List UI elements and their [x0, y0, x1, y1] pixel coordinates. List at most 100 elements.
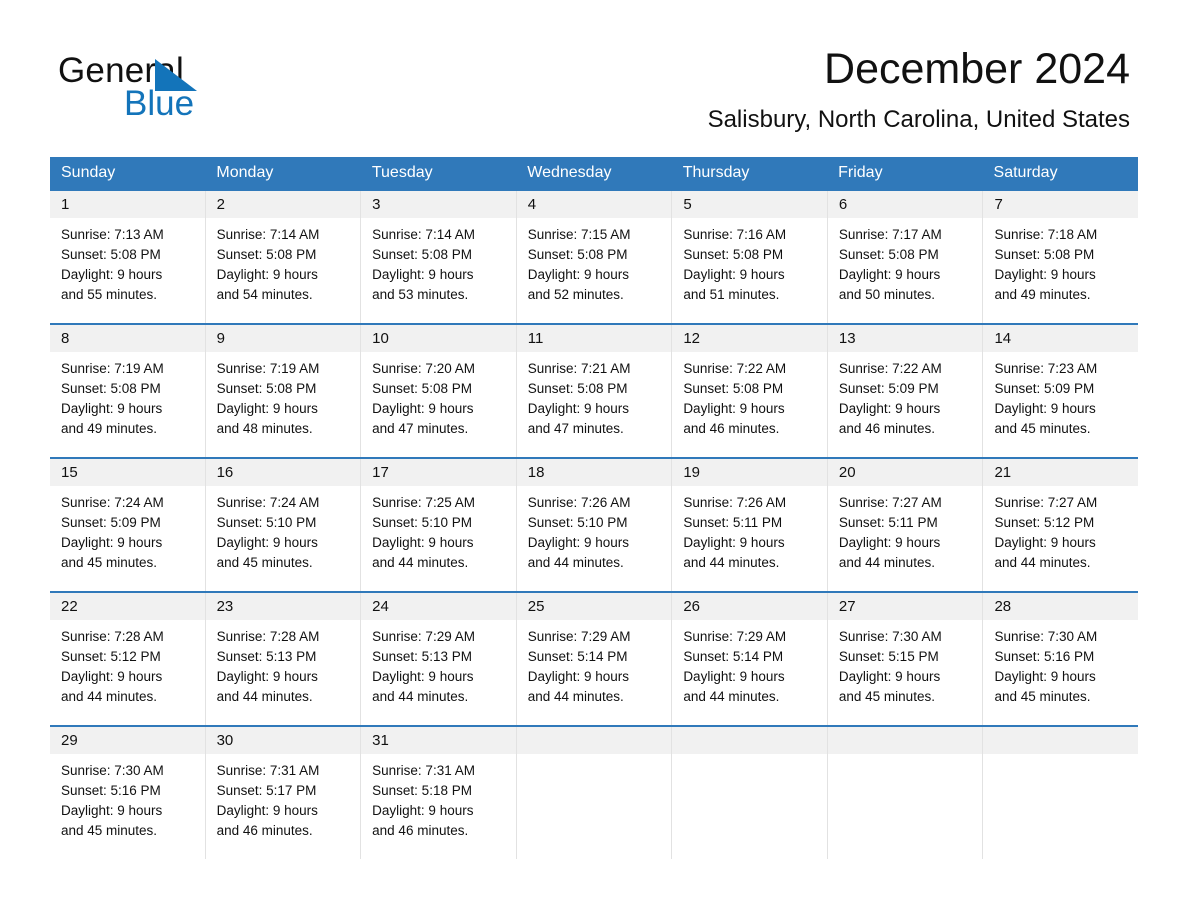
sunrise-text: Sunrise: 7:19 AM	[216, 361, 320, 376]
daylight-text-line2: and 50 minutes.	[838, 287, 935, 302]
day-info: Sunrise: 7:29 AM Sunset: 5:14 PM Dayligh…	[517, 620, 672, 707]
day-info: Sunrise: 7:25 AM Sunset: 5:10 PM Dayligh…	[361, 486, 516, 573]
day-number	[516, 727, 672, 754]
day-cell[interactable]: 12 Sunrise: 7:22 AM Sunset: 5:08 PM Dayl…	[671, 325, 827, 457]
day-info: Sunrise: 7:20 AM Sunset: 5:08 PM Dayligh…	[361, 352, 516, 439]
day-cell[interactable]: 1 Sunrise: 7:13 AM Sunset: 5:08 PM Dayli…	[50, 191, 205, 323]
day-cell[interactable]: 13 Sunrise: 7:22 AM Sunset: 5:09 PM Dayl…	[826, 325, 983, 457]
day-cell[interactable]: 22 Sunrise: 7:28 AM Sunset: 5:12 PM Dayl…	[50, 593, 205, 725]
day-cell[interactable]: 15 Sunrise: 7:24 AM Sunset: 5:09 PM Dayl…	[50, 459, 205, 591]
day-number: 5	[672, 191, 827, 218]
day-cell[interactable]: 7 Sunrise: 7:18 AM Sunset: 5:08 PM Dayli…	[982, 191, 1139, 323]
sunrise-text: Sunrise: 7:22 AM	[838, 361, 942, 376]
day-number: 2	[205, 191, 361, 218]
day-cell[interactable]: 6 Sunrise: 7:17 AM Sunset: 5:08 PM Dayli…	[826, 191, 983, 323]
day-number: 11	[516, 325, 672, 352]
day-cell[interactable]: 3 Sunrise: 7:14 AM Sunset: 5:08 PM Dayli…	[360, 191, 516, 323]
day-cell[interactable]: 25 Sunrise: 7:29 AM Sunset: 5:14 PM Dayl…	[515, 593, 672, 725]
day-cell[interactable]: 16 Sunrise: 7:24 AM Sunset: 5:10 PM Dayl…	[204, 459, 361, 591]
sunrise-text: Sunrise: 7:30 AM	[994, 629, 1098, 644]
daylight-text-line1: Daylight: 9 hours	[216, 535, 318, 550]
sunset-text: Sunset: 5:11 PM	[838, 515, 938, 530]
daylight-text-line2: and 45 minutes.	[216, 555, 313, 570]
day-info: Sunrise: 7:14 AM Sunset: 5:08 PM Dayligh…	[361, 218, 516, 305]
day-number: 16	[205, 459, 361, 486]
day-cell[interactable]: 8 Sunrise: 7:19 AM Sunset: 5:08 PM Dayli…	[50, 325, 205, 457]
day-number	[983, 727, 1139, 754]
day-cell[interactable]: 20 Sunrise: 7:27 AM Sunset: 5:11 PM Dayl…	[826, 459, 983, 591]
day-info: Sunrise: 7:23 AM Sunset: 5:09 PM Dayligh…	[983, 352, 1138, 439]
sunrise-text: Sunrise: 7:27 AM	[994, 495, 1098, 510]
sunset-text: Sunset: 5:08 PM	[527, 247, 628, 262]
sunset-text: Sunset: 5:16 PM	[994, 649, 1095, 664]
sunrise-text: Sunrise: 7:19 AM	[61, 361, 164, 376]
sunrise-text: Sunrise: 7:17 AM	[838, 227, 942, 242]
day-number: 21	[983, 459, 1139, 486]
day-cell[interactable]: 23 Sunrise: 7:28 AM Sunset: 5:13 PM Dayl…	[204, 593, 361, 725]
daylight-text-line1: Daylight: 9 hours	[683, 401, 785, 416]
daylight-text-line2: and 45 minutes.	[994, 689, 1091, 704]
sunrise-text: Sunrise: 7:31 AM	[216, 763, 320, 778]
sunrise-text: Sunrise: 7:15 AM	[527, 227, 631, 242]
day-cell[interactable]: 29 Sunrise: 7:30 AM Sunset: 5:16 PM Dayl…	[50, 727, 205, 859]
daylight-text-line1: Daylight: 9 hours	[994, 535, 1096, 550]
sunset-text: Sunset: 5:14 PM	[527, 649, 628, 664]
sunrise-text: Sunrise: 7:13 AM	[61, 227, 164, 242]
sunrise-text: Sunrise: 7:29 AM	[527, 629, 631, 644]
daylight-text-line1: Daylight: 9 hours	[61, 803, 163, 818]
sunset-text: Sunset: 5:13 PM	[216, 649, 317, 664]
daylight-text-line2: and 44 minutes.	[216, 689, 313, 704]
daylight-text-line1: Daylight: 9 hours	[838, 401, 941, 416]
day-cell[interactable]: 4 Sunrise: 7:15 AM Sunset: 5:08 PM Dayli…	[515, 191, 672, 323]
day-cell[interactable]: 28 Sunrise: 7:30 AM Sunset: 5:16 PM Dayl…	[982, 593, 1139, 725]
day-info: Sunrise: 7:28 AM Sunset: 5:12 PM Dayligh…	[50, 620, 205, 707]
day-number: 10	[361, 325, 516, 352]
calendar-page: General Blue December 2024 Salisbury, No…	[0, 0, 1188, 918]
day-cell[interactable]: 26 Sunrise: 7:29 AM Sunset: 5:14 PM Dayl…	[671, 593, 827, 725]
weekday-header-saturday: Saturday	[993, 164, 1058, 181]
day-cell[interactable]: 2 Sunrise: 7:14 AM Sunset: 5:08 PM Dayli…	[204, 191, 361, 323]
day-cell[interactable]: 19 Sunrise: 7:26 AM Sunset: 5:11 PM Dayl…	[671, 459, 827, 591]
daylight-text-line2: and 44 minutes.	[838, 555, 935, 570]
day-cell[interactable]: 21 Sunrise: 7:27 AM Sunset: 5:12 PM Dayl…	[982, 459, 1139, 591]
day-number: 20	[827, 459, 983, 486]
sunrise-text: Sunrise: 7:18 AM	[994, 227, 1098, 242]
sunset-text: Sunset: 5:11 PM	[683, 515, 783, 530]
sunset-text: Sunset: 5:08 PM	[372, 381, 472, 396]
day-info: Sunrise: 7:19 AM Sunset: 5:08 PM Dayligh…	[206, 352, 361, 439]
day-cell[interactable]: 10 Sunrise: 7:20 AM Sunset: 5:08 PM Dayl…	[360, 325, 516, 457]
day-number: 3	[361, 191, 516, 218]
week-row: 8 Sunrise: 7:19 AM Sunset: 5:08 PM Dayli…	[50, 323, 1139, 457]
day-cell[interactable]: 31 Sunrise: 7:31 AM Sunset: 5:18 PM Dayl…	[360, 727, 516, 859]
sunrise-text: Sunrise: 7:31 AM	[372, 763, 475, 778]
day-cell[interactable]: 30 Sunrise: 7:31 AM Sunset: 5:17 PM Dayl…	[204, 727, 361, 859]
sunset-text: Sunset: 5:08 PM	[683, 247, 784, 262]
day-cell[interactable]: 24 Sunrise: 7:29 AM Sunset: 5:13 PM Dayl…	[360, 593, 516, 725]
sunrise-text: Sunrise: 7:20 AM	[372, 361, 475, 376]
sunset-text: Sunset: 5:10 PM	[216, 515, 317, 530]
day-cell[interactable]: 5 Sunrise: 7:16 AM Sunset: 5:08 PM Dayli…	[671, 191, 827, 323]
day-cell[interactable]: 11 Sunrise: 7:21 AM Sunset: 5:08 PM Dayl…	[515, 325, 672, 457]
day-info: Sunrise: 7:30 AM Sunset: 5:16 PM Dayligh…	[983, 620, 1138, 707]
daylight-text-line1: Daylight: 9 hours	[994, 401, 1096, 416]
day-info: Sunrise: 7:16 AM Sunset: 5:08 PM Dayligh…	[672, 218, 827, 305]
day-cell[interactable]: 14 Sunrise: 7:23 AM Sunset: 5:09 PM Dayl…	[982, 325, 1139, 457]
day-number: 14	[983, 325, 1139, 352]
day-cell[interactable]: 18 Sunrise: 7:26 AM Sunset: 5:10 PM Dayl…	[515, 459, 672, 591]
sunrise-text: Sunrise: 7:25 AM	[372, 495, 475, 510]
daylight-text-line1: Daylight: 9 hours	[372, 401, 474, 416]
day-cell[interactable]: 27 Sunrise: 7:30 AM Sunset: 5:15 PM Dayl…	[826, 593, 983, 725]
day-number: 25	[516, 593, 672, 620]
day-cell-empty	[982, 727, 1139, 859]
day-cell[interactable]: 9 Sunrise: 7:19 AM Sunset: 5:08 PM Dayli…	[204, 325, 361, 457]
day-number: 26	[672, 593, 827, 620]
day-info: Sunrise: 7:31 AM Sunset: 5:18 PM Dayligh…	[361, 754, 516, 841]
daylight-text-line2: and 49 minutes.	[61, 421, 158, 436]
day-cell[interactable]: 17 Sunrise: 7:25 AM Sunset: 5:10 PM Dayl…	[360, 459, 516, 591]
day-info: Sunrise: 7:24 AM Sunset: 5:10 PM Dayligh…	[206, 486, 361, 573]
sunset-text: Sunset: 5:08 PM	[994, 247, 1095, 262]
day-info: Sunrise: 7:15 AM Sunset: 5:08 PM Dayligh…	[517, 218, 672, 305]
generalblue-logo[interactable]: General Blue	[58, 52, 308, 130]
day-number: 28	[983, 593, 1139, 620]
daylight-text-line1: Daylight: 9 hours	[216, 669, 318, 684]
